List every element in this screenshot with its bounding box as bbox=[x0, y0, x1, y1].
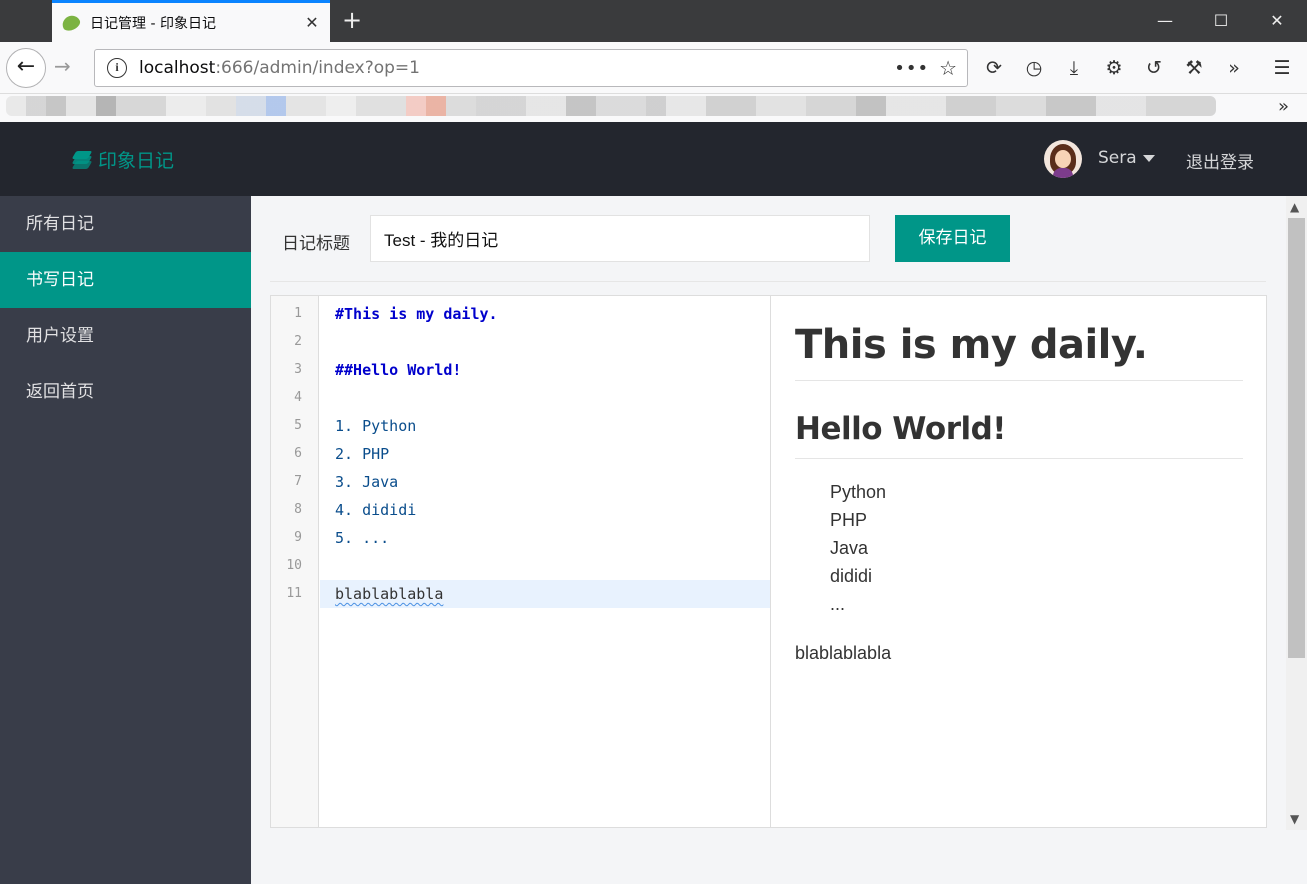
title-label: 日记标题 bbox=[282, 234, 350, 254]
sidebar-item-back-home[interactable]: 返回首页 bbox=[0, 364, 251, 420]
preview-heading-1: This is my daily. bbox=[795, 322, 1148, 368]
preview-rule bbox=[795, 458, 1243, 459]
url-path: :666/admin/index?op=1 bbox=[215, 58, 420, 78]
history-clock-icon[interactable]: ◷ bbox=[1020, 54, 1048, 82]
code-line[interactable]: blablablabla bbox=[335, 585, 443, 603]
markdown-editor: 1 2 3 4 5 6 7 8 9 10 11 #This is my dail… bbox=[270, 295, 1267, 828]
sidebar-item-all-diaries[interactable]: 所有日记 bbox=[0, 196, 251, 252]
bookmarks-bar: » bbox=[0, 94, 1307, 122]
page-scrollbar[interactable]: ▲ ▼ bbox=[1286, 196, 1307, 830]
logout-link[interactable]: 退出登录 bbox=[1186, 148, 1254, 173]
scroll-down-icon[interactable]: ▼ bbox=[1290, 812, 1299, 826]
restore-history-icon[interactable]: ↺ bbox=[1140, 54, 1168, 82]
bookmarks-overflow-icon[interactable]: » bbox=[1278, 96, 1289, 117]
markdown-preview: This is my daily. Hello World! Python PH… bbox=[770, 296, 1267, 827]
code-area[interactable]: #This is my daily. ##Hello World! 1. Pyt… bbox=[320, 296, 770, 827]
preview-list-item: PHP bbox=[830, 510, 868, 530]
scrollbar-thumb[interactable] bbox=[1288, 218, 1305, 658]
line-number: 8 bbox=[294, 502, 302, 517]
address-bar[interactable]: i localhost :666/admin/index?op=1 ••• ☆ bbox=[94, 49, 968, 87]
sidebar-item-write-diary[interactable]: 书写日记 bbox=[0, 252, 251, 308]
download-icon[interactable]: ⤓ bbox=[1060, 54, 1088, 82]
line-number: 11 bbox=[286, 586, 302, 601]
blurred-bookmarks bbox=[6, 96, 1216, 116]
title-input[interactable] bbox=[370, 215, 870, 262]
minimize-button[interactable]: — bbox=[1142, 6, 1188, 36]
main-content: 日记标题 保存日记 1 2 3 4 5 6 7 8 9 10 11 #This … bbox=[251, 196, 1286, 884]
line-number: 1 bbox=[294, 306, 302, 321]
preview-list-item: ... bbox=[830, 594, 846, 614]
line-number: 4 bbox=[294, 390, 302, 405]
avatar[interactable] bbox=[1044, 140, 1082, 178]
window-close-button[interactable]: ✕ bbox=[1254, 6, 1300, 36]
page-actions-icon[interactable]: ••• bbox=[894, 58, 929, 79]
save-button[interactable]: 保存日记 bbox=[895, 215, 1010, 262]
line-number: 7 bbox=[294, 474, 302, 489]
hamburger-menu-icon[interactable]: ☰ bbox=[1268, 54, 1296, 82]
leaf-icon bbox=[59, 12, 83, 33]
tab-title: 日记管理 - 印象日记 bbox=[90, 15, 216, 32]
code-line[interactable]: 4. dididi bbox=[335, 501, 416, 519]
line-number: 5 bbox=[294, 418, 302, 433]
code-line[interactable]: ##Hello World! bbox=[335, 361, 461, 379]
preview-list-item: Java bbox=[830, 538, 869, 558]
info-icon[interactable]: i bbox=[107, 58, 127, 78]
code-line[interactable]: 2. PHP bbox=[335, 445, 389, 463]
caret-down-icon[interactable] bbox=[1143, 155, 1155, 162]
line-number: 3 bbox=[294, 362, 302, 377]
sidebar-item-user-settings[interactable]: 用户设置 bbox=[0, 308, 251, 364]
preview-paragraph: blablablabla bbox=[795, 643, 892, 663]
username[interactable]: Sera bbox=[1098, 148, 1137, 168]
overflow-chevron-icon[interactable]: » bbox=[1220, 54, 1248, 82]
browser-tab[interactable]: 日记管理 - 印象日记 ✕ bbox=[52, 0, 330, 42]
code-line[interactable]: 5. ... bbox=[335, 529, 389, 547]
bookmark-star-icon[interactable]: ☆ bbox=[939, 56, 957, 80]
wrench-icon[interactable]: ⚒ bbox=[1180, 54, 1208, 82]
logo-text: 印象日记 bbox=[98, 150, 175, 172]
browser-tab-bar: 日记管理 - 印象日记 ✕ + — ☐ ✕ bbox=[0, 0, 1307, 42]
line-number-gutter: 1 2 3 4 5 6 7 8 9 10 11 bbox=[271, 296, 319, 827]
preview-list-item: dididi bbox=[830, 566, 873, 586]
maximize-button[interactable]: ☐ bbox=[1198, 6, 1244, 36]
gear-icon[interactable]: ⚙ bbox=[1100, 54, 1128, 82]
scroll-up-icon[interactable]: ▲ bbox=[1290, 200, 1299, 214]
preview-rule bbox=[795, 380, 1243, 381]
back-button[interactable]: ← bbox=[6, 48, 46, 88]
url-host: localhost bbox=[139, 58, 216, 78]
code-line[interactable]: #This is my daily. bbox=[335, 305, 498, 323]
line-number: 6 bbox=[294, 446, 302, 461]
forward-button[interactable]: → bbox=[54, 54, 71, 78]
line-number: 9 bbox=[294, 530, 302, 545]
line-number: 10 bbox=[286, 558, 302, 573]
app-logo[interactable]: 印象日记 bbox=[71, 146, 175, 173]
preview-list-item: Python bbox=[830, 482, 887, 502]
code-line[interactable]: 1. Python bbox=[335, 417, 416, 435]
app-header: 印象日记 Sera 退出登录 bbox=[0, 122, 1307, 196]
reload-icon[interactable]: ⟳ bbox=[980, 54, 1008, 82]
new-tab-button[interactable]: + bbox=[338, 6, 366, 34]
browser-navbar: ← → i localhost :666/admin/index?op=1 ••… bbox=[0, 42, 1307, 94]
preview-heading-2: Hello World! bbox=[795, 411, 1006, 447]
close-tab-icon[interactable]: ✕ bbox=[300, 13, 324, 32]
layers-icon bbox=[71, 150, 93, 169]
sidebar: 所有日记 书写日记 用户设置 返回首页 bbox=[0, 196, 251, 884]
divider bbox=[270, 281, 1266, 282]
line-number: 2 bbox=[294, 334, 302, 349]
code-line[interactable]: 3. Java bbox=[335, 473, 398, 491]
